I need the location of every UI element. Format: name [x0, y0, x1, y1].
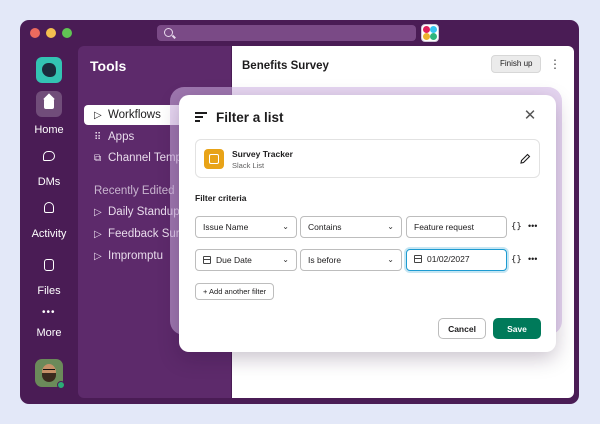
variable-braces-icon[interactable]: {} [511, 222, 522, 232]
variable-braces-icon[interactable]: {} [511, 255, 522, 265]
recently-edited-heading: Recently Edited [94, 185, 175, 197]
close-window-button[interactable] [30, 28, 40, 38]
sidebar-item-label: Apps [108, 131, 135, 143]
rail-label: Home [34, 124, 64, 136]
pencil-icon[interactable] [519, 153, 531, 165]
presence-indicator [57, 381, 65, 389]
bell-icon [36, 195, 62, 221]
sidebar-item-label: Workflows [108, 109, 161, 121]
navigation-rail: Home DMs Activity Files ••• More [20, 46, 78, 404]
select-value: Is before [308, 255, 342, 265]
chevron-down-icon: ⌄ [282, 222, 289, 231]
zoom-window-button[interactable] [62, 28, 72, 38]
add-filter-button[interactable]: + Add another filter [195, 283, 275, 300]
minimize-window-button[interactable] [46, 28, 56, 38]
search-icon [164, 28, 173, 37]
list-name: Survey Tracker [232, 149, 293, 159]
filter-value-input[interactable]: Feature request [406, 216, 507, 238]
date-value-input[interactable]: 01/02/2027 [406, 249, 507, 271]
calendar-icon [203, 255, 211, 264]
workspace-logo-icon[interactable] [36, 57, 62, 83]
page-title: Benefits Survey [242, 60, 329, 72]
close-icon[interactable]: ✕ [522, 108, 538, 124]
filter-criteria-label: Filter criteria [195, 193, 247, 203]
input-value: Feature request [414, 222, 475, 232]
rail-item-files[interactable]: Files [20, 252, 78, 297]
app-badge-icon[interactable] [421, 24, 439, 42]
select-value: Contains [308, 222, 342, 232]
dm-icon [36, 143, 62, 169]
list-icon [204, 149, 224, 169]
select-value: Due Date [216, 255, 252, 265]
sidebar-item-label: Impromptu [108, 250, 163, 262]
play-icon: ▷ [94, 251, 102, 262]
finish-up-button[interactable]: Finish up [491, 55, 542, 73]
title-bar [20, 20, 579, 46]
filter-operator-select[interactable]: Contains ⌄ [300, 216, 402, 238]
chevron-down-icon: ⌄ [282, 255, 289, 264]
filter-field-select[interactable]: Due Date ⌄ [195, 249, 297, 271]
files-icon [36, 252, 62, 278]
sidebar-item-label: Daily Standup [108, 206, 180, 218]
search-bar[interactable] [157, 25, 416, 41]
rail-label: DMs [37, 176, 61, 188]
sidebar-title: Tools [90, 58, 127, 74]
rail-item-more[interactable]: ••• More [20, 300, 78, 340]
rail-item-home[interactable]: Home [20, 91, 78, 136]
play-icon: ▷ [94, 229, 102, 240]
play-icon: ▷ [94, 207, 102, 218]
filter-list-dialog: Filter a list ✕ Survey Tracker Slack Lis… [179, 95, 556, 352]
row-more-icon[interactable]: ••• [528, 254, 537, 264]
save-button[interactable]: Save [493, 318, 541, 339]
row-more-icon[interactable]: ••• [528, 221, 537, 231]
grid-icon: ⠿ [94, 132, 102, 143]
chevron-down-icon: ⌄ [387, 255, 394, 264]
calendar-icon [414, 254, 422, 263]
more-icon: ••• [42, 307, 56, 318]
filter-list-icon [195, 112, 207, 122]
copy-icon: ⧉ [94, 153, 102, 164]
input-value: 01/02/2027 [427, 254, 470, 264]
rail-label: Files [37, 285, 61, 297]
rail-label: More [36, 327, 62, 339]
cancel-button[interactable]: Cancel [438, 318, 486, 339]
selected-list-card: Survey Tracker Slack List [195, 139, 540, 178]
list-type: Slack List [232, 161, 265, 170]
rail-item-dms[interactable]: DMs [20, 143, 78, 188]
play-icon: ▷ [94, 110, 102, 121]
more-options-icon[interactable]: ⋮ [549, 55, 561, 73]
filter-operator-select[interactable]: Is before ⌄ [300, 249, 402, 271]
chevron-down-icon: ⌄ [387, 222, 394, 231]
rail-label: Activity [31, 228, 67, 240]
home-icon [36, 91, 62, 117]
dialog-title: Filter a list [216, 110, 284, 125]
select-value: Issue Name [203, 222, 249, 232]
rail-item-activity[interactable]: Activity [20, 195, 78, 240]
filter-field-select[interactable]: Issue Name ⌄ [195, 216, 297, 238]
